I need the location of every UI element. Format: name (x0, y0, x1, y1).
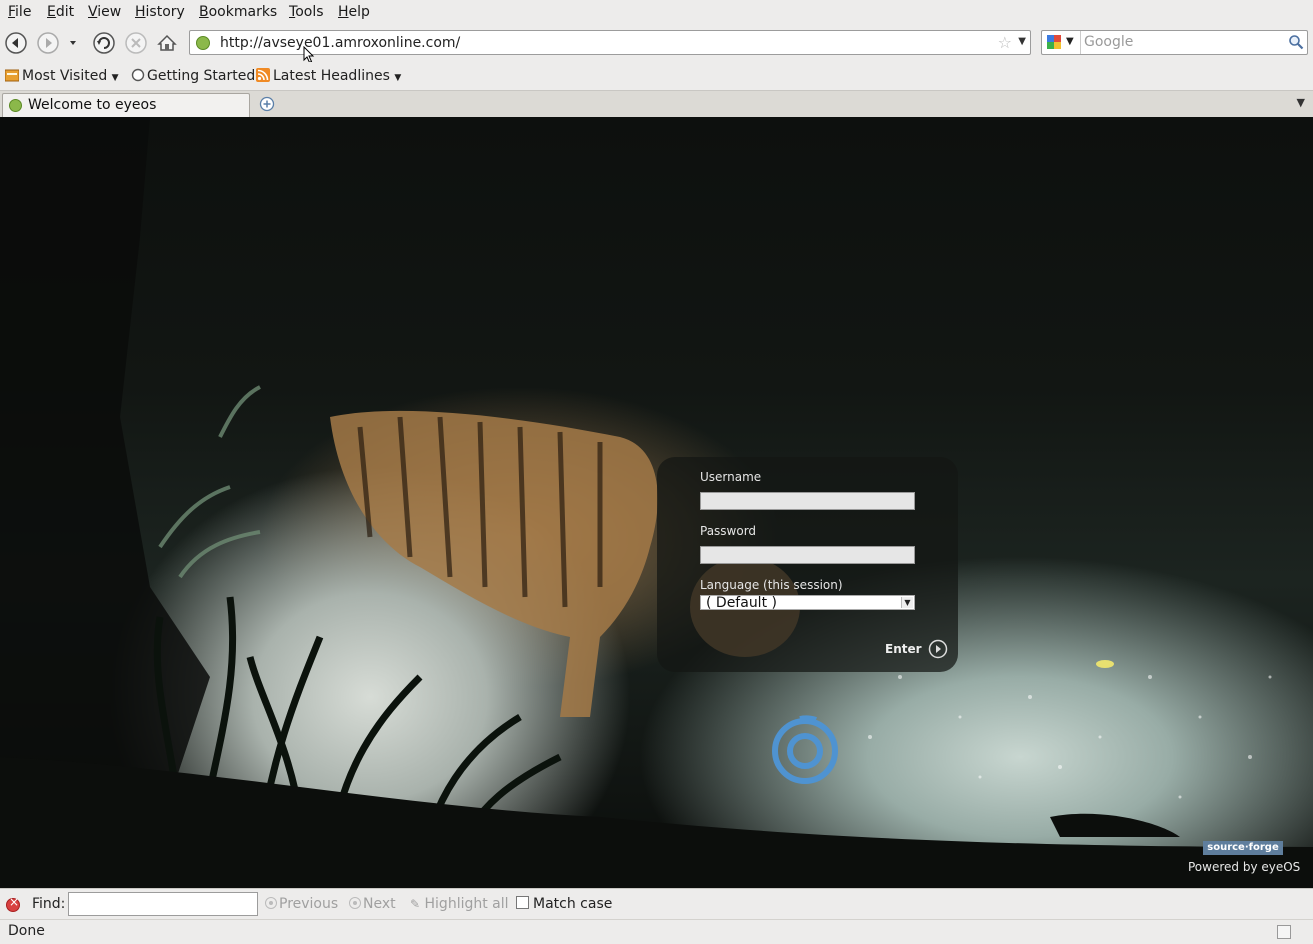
username-field[interactable] (700, 492, 915, 510)
menu-edit[interactable]: Edit (47, 4, 74, 20)
google-icon (1047, 35, 1061, 49)
rss-icon (256, 68, 270, 82)
url-text[interactable]: http://avseye01.amroxonline.com/ (220, 35, 460, 51)
next-icon (349, 897, 361, 909)
menu-bar: File Edit View History Bookmarks Tools H… (0, 0, 1313, 24)
search-box[interactable]: ▼ Google (1041, 30, 1308, 55)
tab-label: Welcome to eyeos (28, 97, 157, 113)
bookmark-most-visited[interactable]: Most Visited ▼ (5, 68, 119, 84)
sourceforge-badge[interactable]: source·forge (1203, 841, 1283, 855)
language-select[interactable]: ( Default ) ▼ (700, 595, 915, 610)
engine-dropdown-icon: ▼ (1066, 36, 1074, 47)
powered-by-text: Powered by eyeOS (1188, 860, 1301, 874)
reload-icon[interactable] (93, 32, 115, 54)
next-label: Next (363, 896, 396, 912)
navigation-toolbar: http://avseye01.amroxonline.com/ ☆ ▼ ▼ G… (0, 24, 1313, 62)
search-engine-button[interactable]: ▼ (1042, 31, 1081, 54)
bookmark-star-icon[interactable]: ☆ (998, 33, 1012, 52)
highlight-icon: ✎ (410, 897, 421, 911)
home-icon[interactable] (156, 32, 178, 54)
chevron-down-icon: ▼ (394, 73, 402, 83)
status-text: Done (8, 923, 45, 939)
language-label: Language (this session) (700, 578, 843, 592)
search-input[interactable]: Google (1084, 34, 1133, 50)
back-icon[interactable] (5, 32, 27, 54)
close-icon[interactable] (6, 895, 20, 912)
bookmark-label: Getting Started (147, 68, 256, 84)
menu-file[interactable]: File (8, 4, 31, 20)
bookmarks-toolbar: Most Visited ▼ Getting Started Latest He… (0, 62, 1313, 91)
history-dropdown-icon[interactable] (66, 32, 80, 54)
menu-view[interactable]: View (88, 4, 121, 20)
tab-bar: Welcome to eyeos ▼ (0, 91, 1313, 117)
search-icon[interactable] (1288, 34, 1304, 50)
stop-icon[interactable] (125, 32, 147, 54)
page-content: Username Password Language (this session… (0, 117, 1313, 888)
match-case-checkbox[interactable]: Match case (516, 896, 612, 912)
menu-bookmarks[interactable]: Bookmarks (199, 4, 277, 20)
forward-icon[interactable] (37, 32, 59, 54)
login-panel: Username Password Language (this session… (657, 457, 958, 672)
chevron-down-icon: ▼ (111, 73, 119, 83)
tab-favicon-icon (9, 99, 22, 112)
bookmark-latest-headlines[interactable]: Latest Headlines ▼ (256, 68, 401, 84)
previous-label: Previous (279, 896, 339, 912)
url-dropdown-icon[interactable]: ▼ (1018, 36, 1026, 47)
match-case-label: Match case (533, 896, 613, 912)
language-value: ( Default ) (706, 595, 777, 610)
username-label: Username (700, 470, 762, 484)
find-bar: Find: Previous Next ✎ Highlight all Matc… (0, 888, 1313, 920)
username-input[interactable] (701, 493, 914, 509)
site-favicon-icon (196, 36, 210, 50)
folder-icon (5, 69, 19, 82)
status-bar: Done (0, 919, 1313, 944)
new-tab-icon[interactable] (259, 96, 275, 112)
menu-tools[interactable]: Tools (289, 4, 324, 20)
menu-history[interactable]: History (135, 4, 185, 20)
password-field[interactable] (700, 546, 915, 564)
find-next-button[interactable]: Next (349, 896, 396, 912)
previous-icon (265, 897, 277, 909)
address-bar[interactable]: http://avseye01.amroxonline.com/ ☆ ▼ (189, 30, 1031, 55)
bookmark-label: Latest Headlines (273, 68, 390, 84)
chevron-down-icon: ▼ (901, 597, 913, 608)
password-input[interactable] (701, 547, 914, 563)
find-previous-button[interactable]: Previous (265, 896, 338, 912)
enter-arrow-icon[interactable] (928, 639, 948, 659)
eyeos-logo-icon (772, 715, 838, 784)
bookmark-label: Most Visited (22, 68, 108, 84)
highlight-all-button[interactable]: ✎ Highlight all (410, 896, 509, 912)
enter-button[interactable]: Enter (885, 642, 922, 656)
menu-help[interactable]: Help (338, 4, 370, 20)
tab-welcome-to-eyeos[interactable]: Welcome to eyeos (2, 93, 250, 117)
password-label: Password (700, 524, 757, 538)
bookmark-getting-started[interactable]: Getting Started (131, 68, 255, 84)
checkbox-icon (516, 896, 529, 909)
tab-list-icon[interactable]: ▼ (1297, 96, 1305, 109)
status-page-icon (1277, 925, 1291, 939)
highlight-label: Highlight all (424, 896, 509, 912)
find-input[interactable] (68, 892, 258, 916)
page-icon (131, 68, 145, 82)
find-label: Find: (32, 896, 66, 912)
